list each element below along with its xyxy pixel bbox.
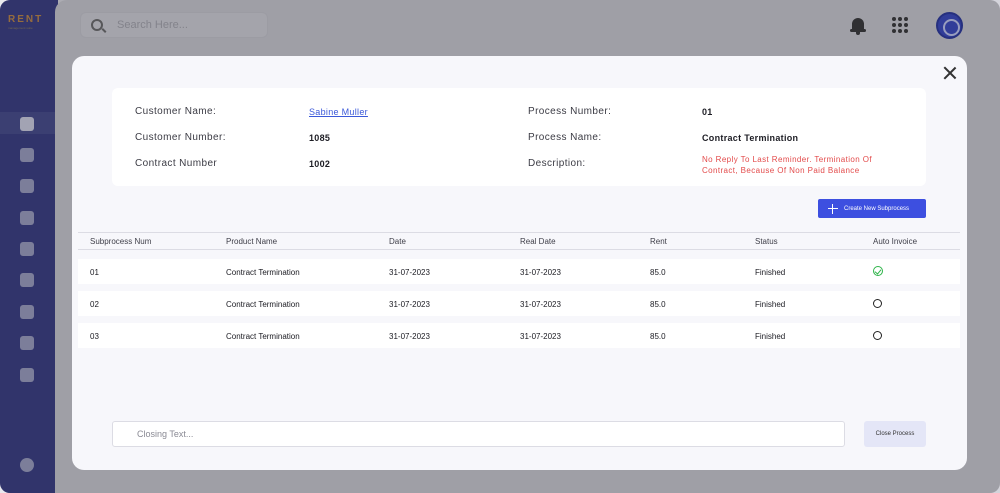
contract-number-label: Contract Number	[135, 158, 218, 169]
cell-status: Finished	[755, 332, 786, 341]
cell-status: Finished	[755, 300, 786, 309]
process-number-label: Process Number:	[528, 106, 612, 117]
customer-name-link[interactable]: Sabine Muller	[309, 107, 368, 117]
cell-product: Contract Termination	[226, 300, 300, 309]
create-subprocess-label: Create New Subprocess	[844, 205, 910, 212]
cell-rent: 85.0	[650, 268, 666, 277]
process-name-value: Contract Termination	[702, 133, 799, 143]
process-number-value: 01	[702, 107, 713, 117]
col-subprocess-num: Subprocess Num	[90, 237, 152, 246]
cell-date: 31-07-2023	[389, 268, 430, 277]
cell-real-date: 31-07-2023	[520, 300, 561, 309]
cell-product: Contract Termination	[226, 332, 300, 341]
description-value: No Reply To Last Reminder. Termination O…	[702, 155, 872, 175]
subprocess-modal: Customer Name: Sabine Muller Customer Nu…	[72, 56, 967, 470]
col-status: Status	[755, 237, 778, 246]
table-row[interactable]: 02 Contract Termination 31-07-2023 31-07…	[78, 291, 960, 316]
cell-num: 03	[90, 332, 99, 341]
process-info-card: Customer Name: Sabine Muller Customer Nu…	[112, 88, 926, 186]
col-rent: Rent	[650, 237, 667, 246]
col-product-name: Product Name	[226, 237, 278, 246]
customer-name-label: Customer Name:	[135, 106, 217, 117]
col-auto-invoice: Auto Invoice	[873, 237, 918, 246]
cell-rent: 85.0	[650, 300, 666, 309]
cell-num: 02	[90, 300, 99, 309]
cell-product: Contract Termination	[226, 268, 300, 277]
cell-date: 31-07-2023	[389, 300, 430, 309]
cell-num: 01	[90, 268, 99, 277]
col-date: Date	[389, 237, 406, 246]
cell-status: Finished	[755, 268, 786, 277]
closing-text-input[interactable]	[112, 421, 845, 447]
process-name-label: Process Name:	[528, 132, 602, 143]
cell-real-date: 31-07-2023	[520, 268, 561, 277]
table-header: Subprocess Num Product Name Date Real Da…	[78, 232, 960, 250]
col-real-date: Real Date	[520, 237, 556, 246]
cell-rent: 85.0	[650, 332, 666, 341]
plus-icon	[828, 203, 838, 214]
circle-icon[interactable]	[873, 331, 882, 340]
cell-date: 31-07-2023	[389, 332, 430, 341]
circle-icon[interactable]	[873, 299, 882, 308]
description-label: Description:	[528, 158, 586, 169]
customer-number-label: Customer Number:	[135, 132, 226, 143]
check-circle-icon[interactable]	[873, 266, 883, 276]
customer-number-value: 1085	[309, 133, 331, 143]
table-row[interactable]: 01 Contract Termination 31-07-2023 31-07…	[78, 259, 960, 284]
cell-real-date: 31-07-2023	[520, 332, 561, 341]
close-process-button[interactable]: Close Process	[864, 421, 926, 447]
contract-number-value: 1002	[309, 159, 331, 169]
close-icon[interactable]	[943, 66, 957, 80]
table-row[interactable]: 03 Contract Termination 31-07-2023 31-07…	[78, 323, 960, 348]
create-subprocess-button[interactable]: Create New Subprocess	[818, 199, 926, 218]
